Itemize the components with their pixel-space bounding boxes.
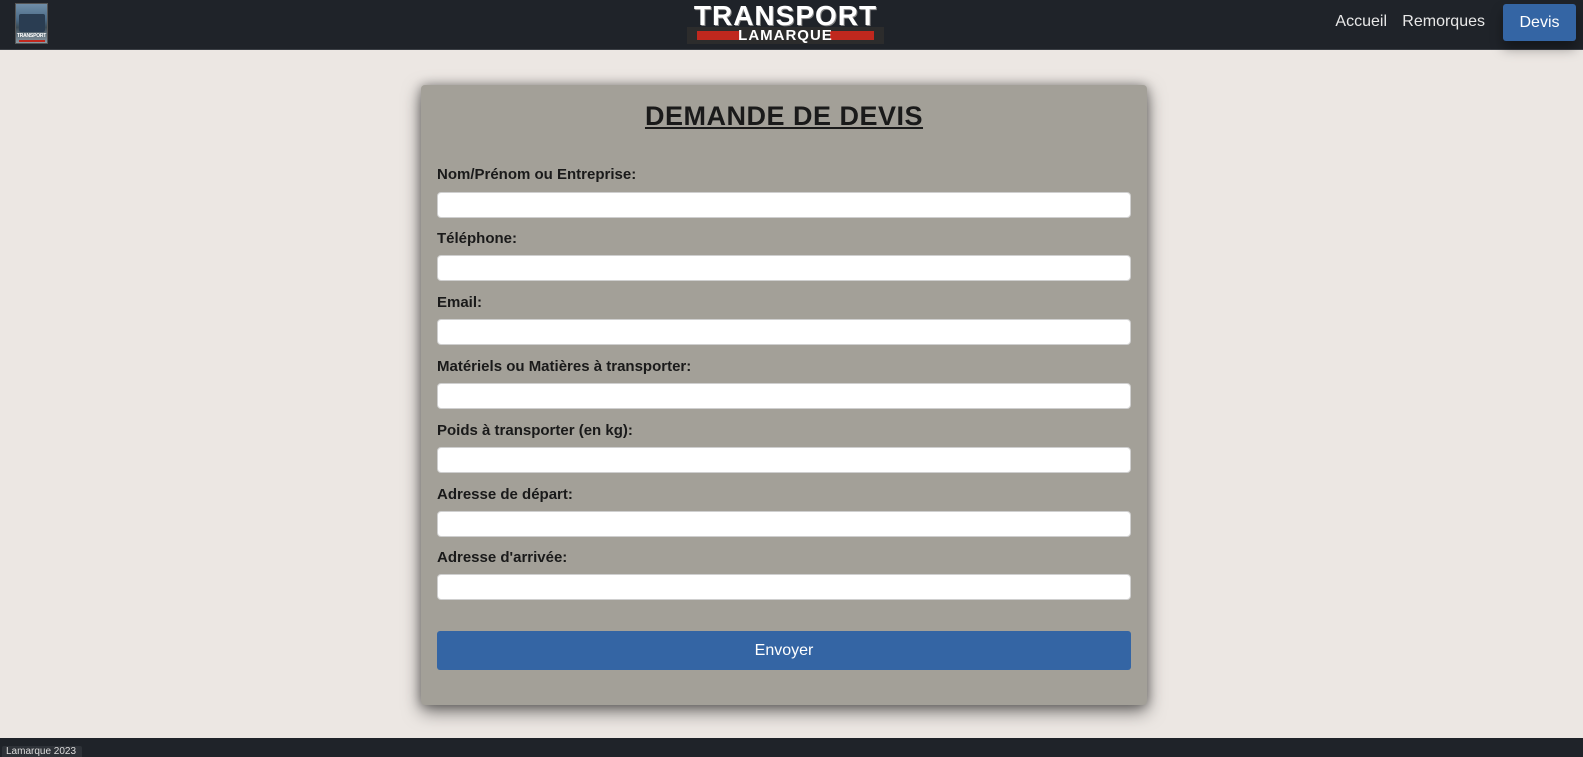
submit-button[interactable]: Envoyer bbox=[437, 631, 1131, 670]
brand-title: TRANSPORT bbox=[693, 0, 878, 31]
name-input[interactable] bbox=[437, 192, 1131, 218]
truck-thumbnail-logo[interactable]: TRANSPORT bbox=[15, 3, 48, 44]
truck-icon bbox=[19, 14, 45, 32]
email-input[interactable] bbox=[437, 319, 1131, 345]
quote-request-form: DEMANDE DE DEVIS Nom/Prénom ou Entrepris… bbox=[421, 85, 1147, 705]
departure-address-label: Adresse de départ: bbox=[437, 486, 573, 503]
nav-item-accueil[interactable]: Accueil bbox=[1335, 12, 1387, 32]
footer-copyright: Lamarque 2023 bbox=[2, 746, 83, 757]
arrival-address-input[interactable] bbox=[437, 574, 1131, 600]
brand-subtitle-bar: LAMARQUE bbox=[687, 27, 884, 44]
nav-item-remorques[interactable]: Remorques bbox=[1402, 12, 1485, 32]
materials-label: Matériels ou Matières à transporter: bbox=[437, 358, 692, 375]
phone-input[interactable] bbox=[437, 255, 1131, 281]
phone-label: Téléphone: bbox=[437, 230, 518, 247]
nav-item-devis[interactable]: Devis bbox=[1503, 4, 1576, 41]
nav-links: Accueil Remorques Devis bbox=[1283, 0, 1583, 50]
brand-subtitle: LAMARQUE bbox=[738, 27, 833, 44]
weight-label: Poids à transporter (en kg): bbox=[437, 422, 633, 439]
form-title: DEMANDE DE DEVIS bbox=[644, 101, 924, 131]
thumbnail-logo-stripe bbox=[19, 40, 45, 42]
arrival-address-label: Adresse d'arrivée: bbox=[437, 549, 568, 566]
weight-input[interactable] bbox=[437, 447, 1131, 473]
departure-address-input[interactable] bbox=[437, 511, 1131, 537]
materials-input[interactable] bbox=[437, 383, 1131, 409]
name-label: Nom/Prénom ou Entreprise: bbox=[437, 166, 637, 183]
brand-logo[interactable]: TRANSPORT LAMARQUE bbox=[687, 2, 884, 44]
thumbnail-logo-text: TRANSPORT bbox=[16, 33, 47, 39]
footer: Lamarque 2023 bbox=[0, 738, 1583, 757]
email-label: Email: bbox=[437, 294, 483, 311]
navbar: TRANSPORT TRANSPORT LAMARQUE Accueil Rem… bbox=[0, 0, 1583, 50]
